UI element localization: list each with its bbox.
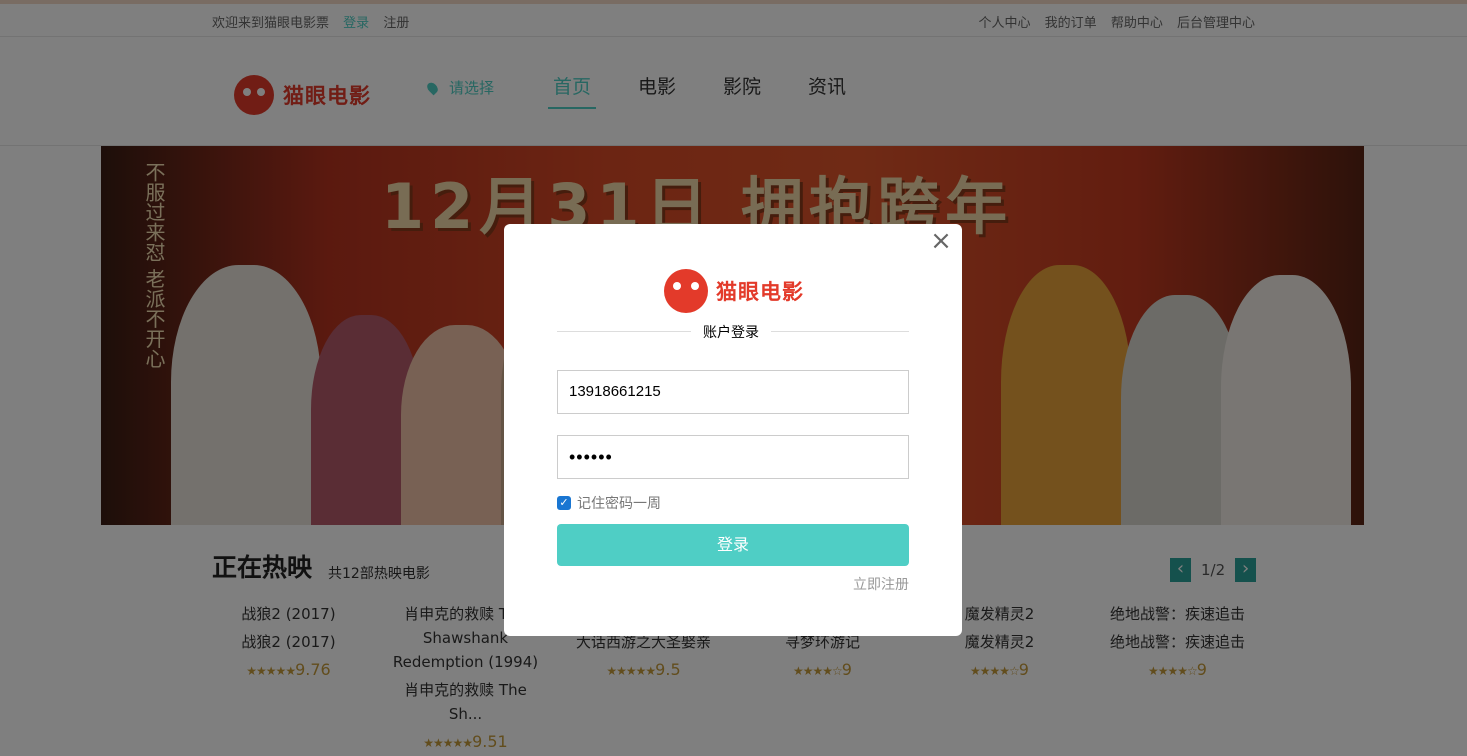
- cat-logo-icon: [664, 269, 708, 313]
- remember-label: 记住密码一周: [577, 496, 661, 512]
- modal-logo-text: 猫眼电影: [716, 280, 804, 304]
- register-now-link[interactable]: 立即注册: [853, 574, 909, 594]
- phone-input[interactable]: 13918661215: [557, 370, 909, 414]
- remember-checkbox[interactable]: ✓: [557, 496, 571, 510]
- close-icon[interactable]: ×: [930, 228, 952, 254]
- remember-password[interactable]: ✓ 记住密码一周: [557, 493, 661, 513]
- login-button[interactable]: 登录: [557, 524, 909, 566]
- login-modal: × 猫眼电影 账户登录 13918661215 •••••• ✓ 记住密码一周 …: [504, 224, 962, 636]
- modal-logo: 猫眼电影: [664, 269, 804, 313]
- modal-heading: 账户登录: [691, 322, 771, 342]
- password-input[interactable]: ••••••: [557, 435, 909, 479]
